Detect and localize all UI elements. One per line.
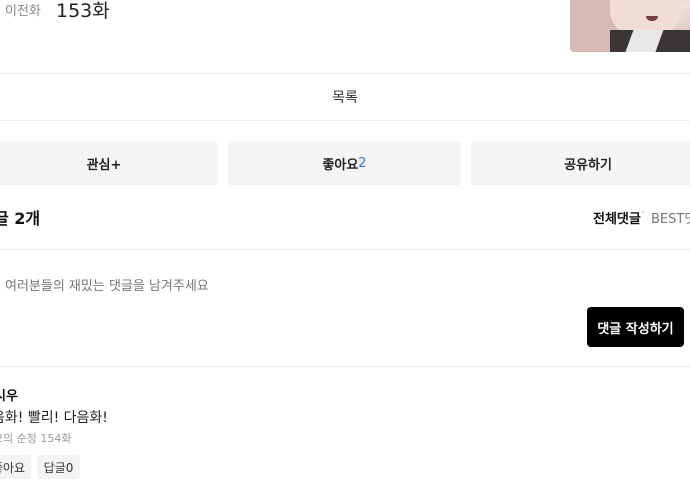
comment-author: 시우	[0, 389, 18, 404]
comment-input[interactable]	[0, 250, 690, 366]
comment-meta: 2의 순정 154화	[0, 432, 72, 445]
episode-title: 153화	[56, 0, 110, 22]
divider	[0, 120, 690, 121]
comment-like-button[interactable]: 좋아요	[0, 455, 31, 479]
previous-episode-link[interactable]: 이전화	[5, 0, 41, 19]
divider	[0, 366, 690, 367]
tab-all-comments[interactable]: 전체댓글	[593, 208, 641, 227]
comments-count-heading: 글 2개	[0, 209, 41, 228]
subscribe-button[interactable]: 관심+	[0, 141, 218, 186]
share-label: 공유하기	[564, 158, 612, 173]
like-button[interactable]: 좋아요 2	[228, 141, 461, 186]
like-count: 2	[358, 156, 367, 171]
tab-best-comments[interactable]: BEST댓	[651, 208, 690, 227]
comment-like-label: 좋아요	[0, 460, 26, 475]
tab-separator: ·	[641, 206, 646, 221]
write-comment-button[interactable]: 댓글 작성하기	[587, 307, 684, 347]
episode-thumbnail	[570, 0, 690, 52]
share-button[interactable]: 공유하기	[471, 141, 690, 186]
comment-text: 음화! 빨리! 다음화!	[0, 410, 108, 426]
like-label: 좋아요	[322, 158, 359, 173]
comment-reply-button[interactable]: 답글0	[37, 455, 80, 479]
subscribe-label: 관심+	[86, 158, 122, 173]
list-button[interactable]: 목록	[0, 74, 690, 120]
comment-placeholder: 여러분들의 재밌는 댓글을 남겨주세요	[5, 279, 209, 294]
comment-reply-label: 답글0	[43, 460, 74, 475]
